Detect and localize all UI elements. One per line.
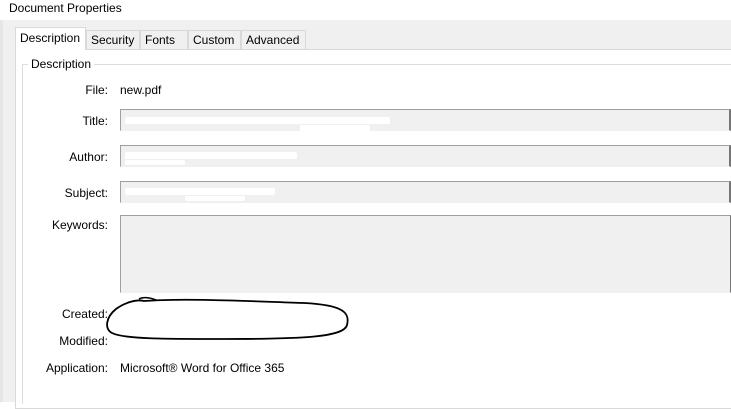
modified-label: Modified: [59, 334, 108, 348]
tab-security[interactable]: Security [86, 30, 140, 49]
title-bar: Document Properties [0, 0, 731, 20]
file-label: File: [85, 83, 108, 97]
tab-advanced[interactable]: Advanced [241, 30, 306, 49]
keywords-label: Keywords: [51, 218, 108, 232]
redaction-mark [125, 160, 185, 165]
redaction-scribble [106, 296, 349, 340]
application-value: Microsoft® Word for Office 365 [120, 361, 285, 375]
keywords-field[interactable] [120, 215, 731, 293]
description-group-label: Description [28, 57, 95, 71]
tab-description[interactable]: Description [15, 27, 86, 50]
application-label: Application: [45, 361, 108, 375]
redaction-mark [125, 117, 390, 124]
redaction-mark [125, 152, 297, 159]
tab-custom[interactable]: Custom [188, 30, 241, 49]
redaction-mark [185, 196, 245, 201]
redaction-mark [300, 125, 370, 131]
created-label: Created: [61, 307, 108, 321]
title-label: Title: [82, 114, 108, 128]
window-title: Document Properties [9, 1, 122, 15]
tab-fonts[interactable]: Fonts [140, 30, 188, 49]
author-label: Author: [69, 150, 108, 164]
file-value: new.pdf [120, 83, 162, 97]
redaction-mark [125, 188, 275, 195]
subject-label: Subject: [64, 186, 108, 200]
